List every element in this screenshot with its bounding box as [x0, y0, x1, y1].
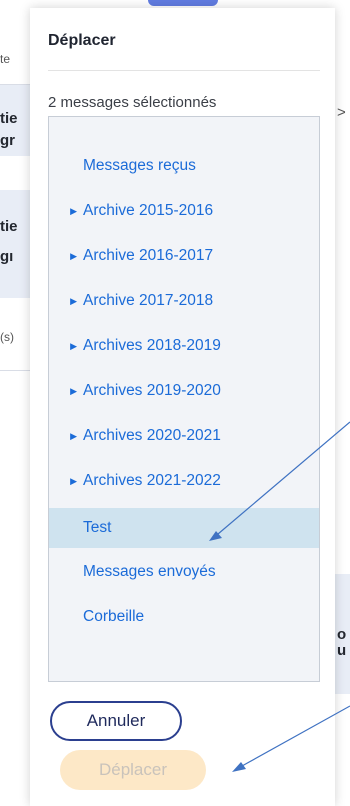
background-text: gı — [0, 248, 14, 265]
move-button[interactable]: Déplacer — [60, 750, 206, 790]
folder-label: Corbeille — [83, 608, 145, 625]
expand-caret-icon[interactable]: ▶ — [70, 206, 77, 217]
dialog-title: Déplacer — [48, 32, 116, 49]
folder-label: Archives 2018-2019 — [83, 337, 221, 354]
background-divider — [0, 84, 30, 85]
expand-caret-icon[interactable]: ▶ — [70, 251, 77, 262]
cancel-button[interactable]: Annuler — [50, 701, 182, 741]
expand-caret-icon[interactable]: ▶ — [70, 476, 77, 487]
folder-label: Archive 2015-2016 — [83, 202, 214, 219]
title-divider — [48, 70, 320, 71]
folder-item-test[interactable]: Test — [49, 508, 319, 548]
folder-label: Archives 2019-2020 — [83, 382, 221, 399]
folder-item-archive-2015-2016[interactable]: ▶ Archive 2015-2016 — [49, 193, 319, 229]
folder-item-archive-2016-2017[interactable]: ▶ Archive 2016-2017 — [49, 238, 319, 274]
background-divider — [0, 370, 30, 371]
selection-count: 2 messages sélectionnés — [48, 94, 217, 111]
folder-item-messages-recus[interactable]: Messages reçus — [49, 148, 319, 184]
background-text: u — [337, 642, 347, 659]
expand-caret-icon[interactable]: ▶ — [70, 341, 77, 352]
folder-label: Archive 2016-2017 — [83, 247, 214, 264]
folder-label: Archives 2021-2022 — [83, 472, 221, 489]
folder-item-archives-2020-2021[interactable]: ▶ Archives 2020-2021 — [49, 418, 319, 454]
folder-item-archives-2019-2020[interactable]: ▶ Archives 2019-2020 — [49, 373, 319, 409]
folder-item-corbeille[interactable]: Corbeille — [49, 599, 319, 635]
move-dialog: Déplacer 2 messages sélectionnés Message… — [30, 8, 335, 806]
background-text: tie — [0, 218, 18, 235]
background-text: gr — [0, 132, 15, 149]
expand-caret-icon[interactable]: ▶ — [70, 431, 77, 442]
background-text: tie — [0, 110, 18, 127]
background-text: o — [337, 626, 347, 643]
background-text: te — [0, 52, 11, 66]
folder-label: Archive 2017-2018 — [83, 292, 214, 309]
folder-item-archive-2017-2018[interactable]: ▶ Archive 2017-2018 — [49, 283, 319, 319]
folder-label: Messages envoyés — [83, 563, 216, 580]
folder-item-archives-2018-2019[interactable]: ▶ Archives 2018-2019 — [49, 328, 319, 364]
folder-label: Test — [83, 519, 112, 536]
folder-item-messages-envoyes[interactable]: Messages envoyés — [49, 554, 319, 590]
folder-item-archives-2021-2022[interactable]: ▶ Archives 2021-2022 — [49, 463, 319, 499]
background-row — [0, 190, 30, 298]
expand-caret-icon[interactable]: ▶ — [70, 386, 77, 397]
folder-label: Messages reçus — [83, 157, 196, 174]
background-text: (s) — [0, 330, 14, 344]
background-top-tab — [148, 0, 218, 6]
folder-list[interactable]: Messages reçus ▶ Archive 2015-2016 ▶ Arc… — [48, 116, 320, 682]
expand-caret-icon[interactable]: ▶ — [70, 296, 77, 307]
folder-label: Archives 2020-2021 — [83, 427, 221, 444]
background-text: > — [337, 104, 346, 121]
